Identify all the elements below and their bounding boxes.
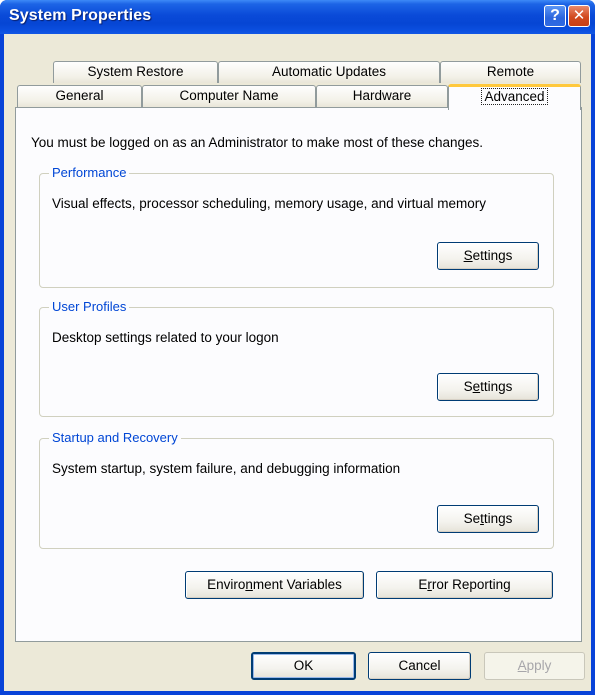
tab-remote[interactable]: Remote: [440, 61, 581, 83]
performance-settings-button[interactable]: Settings: [437, 242, 539, 270]
apply-button[interactable]: Apply: [484, 652, 585, 680]
user-profiles-settings-button[interactable]: Settings: [437, 373, 539, 401]
performance-group-title: Performance: [49, 165, 130, 180]
window-title: System Properties: [9, 7, 152, 24]
performance-group: Performance Visual effects, processor sc…: [39, 165, 554, 288]
tab-computer-name[interactable]: Computer Name: [142, 85, 316, 107]
user-profiles-description: Desktop settings related to your logon: [52, 330, 279, 345]
tab-hardware[interactable]: Hardware: [316, 85, 448, 107]
ok-button[interactable]: OK: [251, 652, 356, 680]
close-button[interactable]: ✕: [568, 5, 590, 27]
user-profiles-group: User Profiles Desktop settings related t…: [39, 299, 554, 417]
help-button[interactable]: ?: [544, 5, 566, 27]
error-reporting-button[interactable]: Error Reporting: [376, 571, 553, 599]
tab-advanced[interactable]: Advanced: [448, 84, 581, 110]
environment-variables-button[interactable]: Environment Variables: [185, 571, 364, 599]
startup-recovery-group-title: Startup and Recovery: [49, 430, 181, 445]
system-properties-window: System Properties ? ✕ System Restore Aut…: [0, 0, 595, 695]
startup-recovery-description: System startup, system failure, and debu…: [52, 461, 401, 476]
cancel-button[interactable]: Cancel: [368, 652, 471, 680]
user-profiles-group-title: User Profiles: [49, 299, 130, 314]
startup-recovery-settings-button[interactable]: Settings: [437, 505, 539, 533]
startup-recovery-group: Startup and Recovery System startup, sys…: [39, 430, 554, 549]
title-bar[interactable]: System Properties ? ✕: [0, 0, 595, 34]
tab-system-restore[interactable]: System Restore: [53, 61, 218, 83]
tab-automatic-updates[interactable]: Automatic Updates: [218, 61, 440, 83]
performance-description: Visual effects, processor scheduling, me…: [52, 196, 486, 211]
tab-general[interactable]: General: [17, 85, 142, 107]
tab-advanced-label: Advanced: [481, 88, 548, 105]
